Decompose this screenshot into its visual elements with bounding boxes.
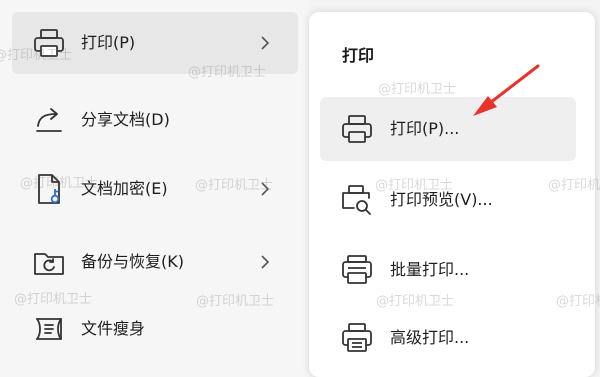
menu-item-label: 文件瘦身: [81, 319, 146, 338]
share-icon: [32, 103, 66, 137]
menu-item-file-slimming[interactable]: 文件瘦身: [12, 298, 298, 360]
document-lock-icon: [32, 172, 66, 206]
advanced-print-icon: [340, 321, 374, 355]
printer-icon: [340, 112, 374, 146]
menu-item-share-document[interactable]: 分享文档(D): [12, 89, 298, 151]
backup-restore-icon: [32, 245, 66, 279]
printer-icon: [32, 26, 66, 60]
menu-item-label: 打印(P): [81, 33, 136, 52]
submenu-item-label: 打印预览(V)...: [390, 190, 493, 209]
submenu-item-label: 打印(P)...: [390, 119, 460, 138]
submenu-item-advanced-print[interactable]: 高级打印...: [320, 306, 576, 370]
submenu-title: 打印: [342, 46, 375, 65]
submenu-item-label: 高级打印...: [390, 328, 470, 347]
menu-item-print[interactable]: 打印(P): [12, 12, 298, 74]
left-menu: 打印(P) 分享文档(D) 文档加密(E) 备份与恢复(K) 文件瘦身: [0, 0, 310, 377]
chevron-right-icon: [258, 182, 272, 196]
menu-item-backup-restore[interactable]: 备份与恢复(K): [12, 231, 298, 293]
submenu-item-print-preview[interactable]: 打印预览(V)...: [320, 168, 576, 232]
chevron-right-icon: [258, 36, 272, 50]
menu-item-label: 文档加密(E): [81, 179, 168, 198]
menu-item-label: 分享文档(D): [81, 110, 170, 129]
batch-print-icon: [340, 253, 374, 287]
submenu-item-print[interactable]: 打印(P)...: [320, 97, 576, 161]
menu-item-label: 备份与恢复(K): [81, 252, 184, 271]
print-preview-icon: [340, 183, 374, 217]
file-slim-icon: [32, 312, 66, 346]
print-submenu: 打印 打印(P)... 打印预览(V)... 批量打印... 高级打印...: [309, 12, 595, 377]
submenu-item-label: 批量打印...: [390, 260, 470, 279]
menu-item-encrypt-document[interactable]: 文档加密(E): [12, 158, 298, 220]
submenu-item-batch-print[interactable]: 批量打印...: [320, 238, 576, 302]
chevron-right-icon: [258, 255, 272, 269]
